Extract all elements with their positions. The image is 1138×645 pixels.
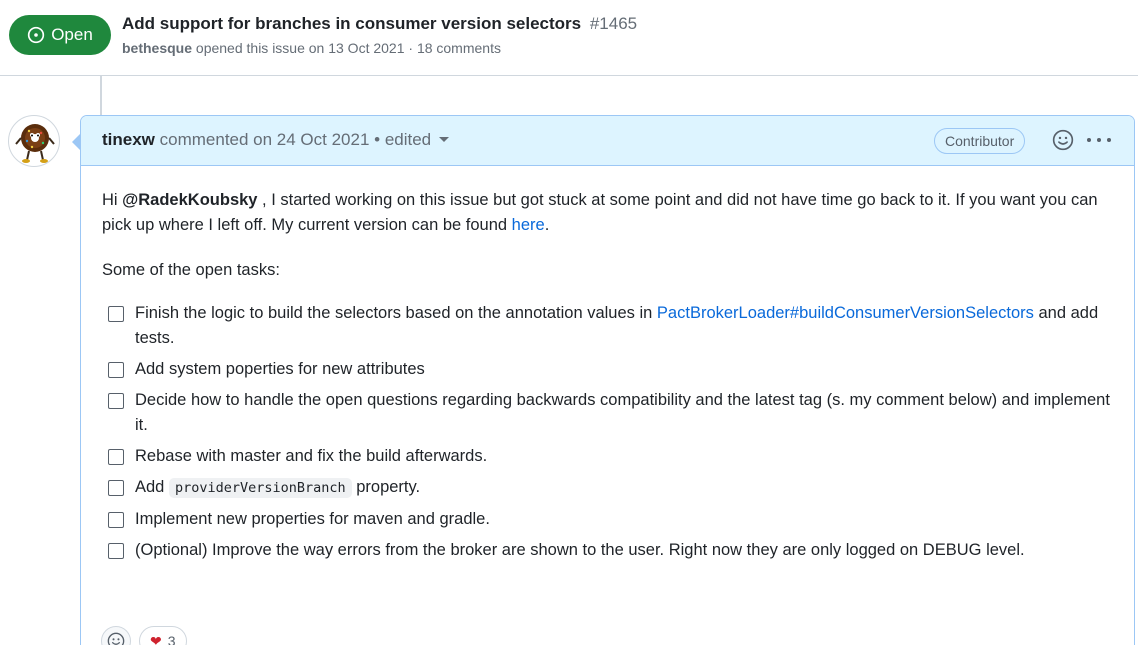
comment-box: tinexw commented on 24 Oct 2021 • edited… <box>80 115 1135 645</box>
issue-meta: bethesque opened this issue on 13 Oct 20… <box>122 40 501 56</box>
task-list-item: Rebase with master and fix the build aft… <box>102 444 1114 469</box>
dot <box>1107 138 1111 142</box>
task-list-item: Add providerVersionBranch property. <box>102 475 1114 501</box>
contributor-badge: Contributor <box>934 128 1026 154</box>
issue-title-text: Add support for branches in consumer ver… <box>122 14 582 33</box>
task-checkbox[interactable] <box>108 393 124 409</box>
comment-author-link[interactable]: tinexw <box>102 130 155 149</box>
dot <box>1097 138 1101 142</box>
task-text-suffix: property. <box>351 478 421 496</box>
smiley-icon <box>1052 129 1074 151</box>
here-link[interactable]: here <box>512 216 545 234</box>
task-list: Finish the logic to build the selectors … <box>102 301 1114 563</box>
task-text: Rebase with master and fix the build aft… <box>135 447 488 465</box>
heart-icon: ❤ <box>150 633 162 645</box>
task-text: Decide how to handle the open questions … <box>135 391 1110 434</box>
task-list-item: Decide how to handle the open questions … <box>102 388 1114 438</box>
comment-header: tinexw commented on 24 Oct 2021 • edited… <box>81 116 1134 166</box>
task-text: Add <box>135 478 169 496</box>
task-checkbox[interactable] <box>108 306 124 322</box>
reactions-bar: ❤ 3 <box>101 626 187 645</box>
timeline-line <box>100 76 102 116</box>
task-checkbox[interactable] <box>108 362 124 378</box>
issue-state-badge: Open <box>9 15 111 55</box>
task-list-item: Add system poperties for new attributes <box>102 357 1114 382</box>
task-checkbox[interactable] <box>108 449 124 465</box>
task-text: Implement new properties for maven and g… <box>135 510 490 528</box>
heart-reaction-button[interactable]: ❤ 3 <box>139 626 187 645</box>
comment-intro: Hi @RadekKoubsky , I started working on … <box>102 188 1114 238</box>
task-text: Add system poperties for new attributes <box>135 360 425 378</box>
task-checkbox[interactable] <box>108 543 124 559</box>
kebab-horizontal-icon[interactable] <box>1087 129 1111 151</box>
intro-prefix: Hi <box>102 191 123 209</box>
donut-avatar-image <box>15 124 55 163</box>
comment-body: Hi @RadekKoubsky , I started working on … <box>81 166 1134 563</box>
comment-header-text: tinexw commented on 24 Oct 2021 • edited <box>102 130 450 150</box>
inline-code: providerVersionBranch <box>168 478 352 498</box>
issue-title: Add support for branches in consumer ver… <box>122 14 637 34</box>
smiley-icon <box>107 632 125 645</box>
issue-state-label: Open <box>51 25 93 44</box>
avatar[interactable] <box>8 115 60 167</box>
issue-header: Open Add support for branches in consume… <box>0 0 1138 76</box>
add-reaction-button[interactable] <box>1052 129 1074 151</box>
comment-timestamp[interactable]: commented on 24 Oct 2021 • edited <box>155 130 432 149</box>
task-list-item: Implement new properties for maven and g… <box>102 507 1114 532</box>
issue-opened-icon <box>28 26 45 44</box>
task-checkbox[interactable] <box>108 480 124 496</box>
code-reference-link[interactable]: PactBrokerLoader#buildConsumerVersionSel… <box>657 304 1034 322</box>
task-text: (Optional) Improve the way errors from t… <box>135 541 1025 559</box>
intro-suffix: . <box>544 216 550 234</box>
tasks-heading: Some of the open tasks: <box>102 261 280 279</box>
add-reaction-button[interactable] <box>101 626 131 645</box>
heart-reaction-count: 3 <box>167 633 176 645</box>
user-mention-link[interactable]: @RadekKoubsky <box>122 191 257 209</box>
task-text: Finish the logic to build the selectors … <box>135 304 657 322</box>
task-checkbox[interactable] <box>108 512 124 528</box>
dot <box>1087 138 1091 142</box>
issue-meta-text: opened this issue on 13 Oct 2021 · 18 co… <box>192 40 501 56</box>
chevron-down-icon[interactable] <box>439 137 450 143</box>
task-list-item: (Optional) Improve the way errors from t… <box>102 538 1114 563</box>
issue-author-link[interactable]: bethesque <box>122 40 192 56</box>
task-list-item: Finish the logic to build the selectors … <box>102 301 1114 351</box>
issue-number: #1465 <box>589 14 638 33</box>
